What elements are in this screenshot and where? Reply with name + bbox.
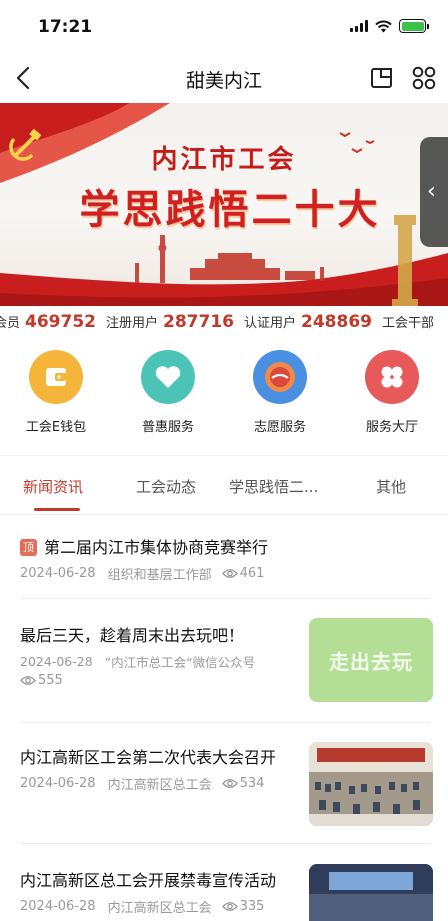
banner-title-top: 内江市工会 xyxy=(151,145,297,175)
stat-label: 认证用户 xyxy=(244,316,297,331)
heart-icon xyxy=(141,350,195,404)
stats-ticker: 会员 469752 注册用户 287716 认证用户 248869 工会干部 xyxy=(0,306,448,338)
divider xyxy=(20,843,430,844)
news-source: ”内江市总工会“微信公众号 xyxy=(104,655,256,670)
clover-icon xyxy=(365,350,419,404)
news-date: 2024-06-28 xyxy=(20,899,96,914)
eye-icon xyxy=(20,676,36,685)
status-time: 17:21 xyxy=(38,17,93,37)
signal-icon xyxy=(350,20,368,32)
news-thumbnail xyxy=(309,864,433,921)
chevron-left-icon: ‹ xyxy=(427,179,436,204)
service-label: 工会E钱包 xyxy=(25,420,87,435)
news-date: 2024-06-28 xyxy=(20,776,96,791)
service-label: 服务大厅 xyxy=(365,420,418,435)
stat-value: 248869 xyxy=(301,312,372,332)
tab-other[interactable]: 其他 xyxy=(376,476,406,497)
wifi-icon xyxy=(375,20,392,32)
service-volunteer[interactable]: 志愿服务 xyxy=(235,350,325,435)
news-title-text: 第二届内江市集体协商竞赛举行 xyxy=(44,538,269,557)
stat-value: 287716 xyxy=(163,312,234,332)
news-date: 2024-06-28 xyxy=(20,566,96,581)
view-count: 335 xyxy=(239,899,265,914)
battery-icon xyxy=(399,19,429,33)
nav-bar: 甜美内江 xyxy=(0,54,448,102)
views: 555 xyxy=(20,673,63,688)
news-thumbnail: 走出去玩 xyxy=(309,618,433,702)
apps-grid-icon[interactable] xyxy=(410,64,438,92)
news-item[interactable]: 内江高新区工会第二次代表大会召开 2024-06-28 内江高新区总工会 534 xyxy=(20,742,433,828)
news-title: 顶第二届内江市集体协商竞赛举行 xyxy=(20,534,430,558)
service-label: 志愿服务 xyxy=(253,420,306,435)
tab-union-updates[interactable]: 工会动态 xyxy=(136,476,196,497)
service-grid: 工会E钱包 普惠服务 志愿服务 服务大厅 xyxy=(0,350,448,440)
wallet-icon xyxy=(29,350,83,404)
divider xyxy=(0,455,448,456)
service-label: 普惠服务 xyxy=(141,420,194,435)
share-icon[interactable] xyxy=(368,64,396,92)
status-bar: 17:21 xyxy=(0,0,448,52)
thumbnail-text: 走出去玩 xyxy=(329,649,413,674)
status-icons xyxy=(350,19,429,33)
news-source: 内江高新区总工会 xyxy=(107,901,212,916)
eye-icon xyxy=(221,779,238,788)
pinned-badge: 顶 xyxy=(20,539,37,556)
tab-study[interactable]: 学思践悟二... xyxy=(229,476,318,497)
meeting-photo xyxy=(309,742,433,826)
banner-side-tab[interactable]: ‹ xyxy=(420,137,448,247)
news-item[interactable]: 内江高新区总工会开展禁毒宣传活动 2024-06-28 内江高新区总工会 335 xyxy=(20,864,433,921)
stat-label: 注册用户 xyxy=(106,316,159,331)
service-benefits[interactable]: 普惠服务 xyxy=(123,350,213,435)
divider xyxy=(0,514,448,515)
service-hall[interactable]: 服务大厅 xyxy=(347,350,437,435)
news-date: 2024-06-28 xyxy=(20,654,93,669)
active-tab-indicator xyxy=(34,508,80,511)
banner-title-main: 学思践悟二十大 xyxy=(79,187,381,233)
eye-icon xyxy=(221,569,238,578)
view-count: 461 xyxy=(239,566,265,581)
view-count: 555 xyxy=(38,673,63,688)
news-source: 内江高新区总工会 xyxy=(107,778,212,793)
eye-icon xyxy=(221,902,238,911)
service-wallet[interactable]: 工会E钱包 xyxy=(11,350,101,435)
views: 534 xyxy=(221,776,265,791)
stat-label: 会员 xyxy=(0,316,21,331)
news-tabs: 新闻资讯 工会动态 学思践悟二... 其他 xyxy=(0,470,448,514)
view-count: 534 xyxy=(239,776,265,791)
news-meta: 2024-06-28 组织和基层工作部 461 xyxy=(20,564,430,583)
banner-carousel[interactable]: 内江市工会 学思践悟二十大 ‹ xyxy=(0,103,448,306)
divider xyxy=(20,598,430,599)
volunteer-icon xyxy=(253,350,307,404)
news-item[interactable]: 最后三天，趁着周末出去玩吧！ 2024-06-28 ”内江市总工会“微信公众号 … xyxy=(20,618,433,708)
views: 461 xyxy=(221,566,265,581)
news-item[interactable]: 顶第二届内江市集体协商竞赛举行 2024-06-28 组织和基层工作部 461 xyxy=(20,534,430,583)
divider xyxy=(20,722,430,723)
views: 335 xyxy=(221,899,265,914)
event-photo xyxy=(309,864,433,921)
tab-news[interactable]: 新闻资讯 xyxy=(23,476,83,497)
stat-label: 工会干部 xyxy=(382,316,435,331)
stat-value: 469752 xyxy=(25,312,96,332)
news-thumbnail xyxy=(309,742,433,826)
news-source: 组织和基层工作部 xyxy=(107,568,212,583)
